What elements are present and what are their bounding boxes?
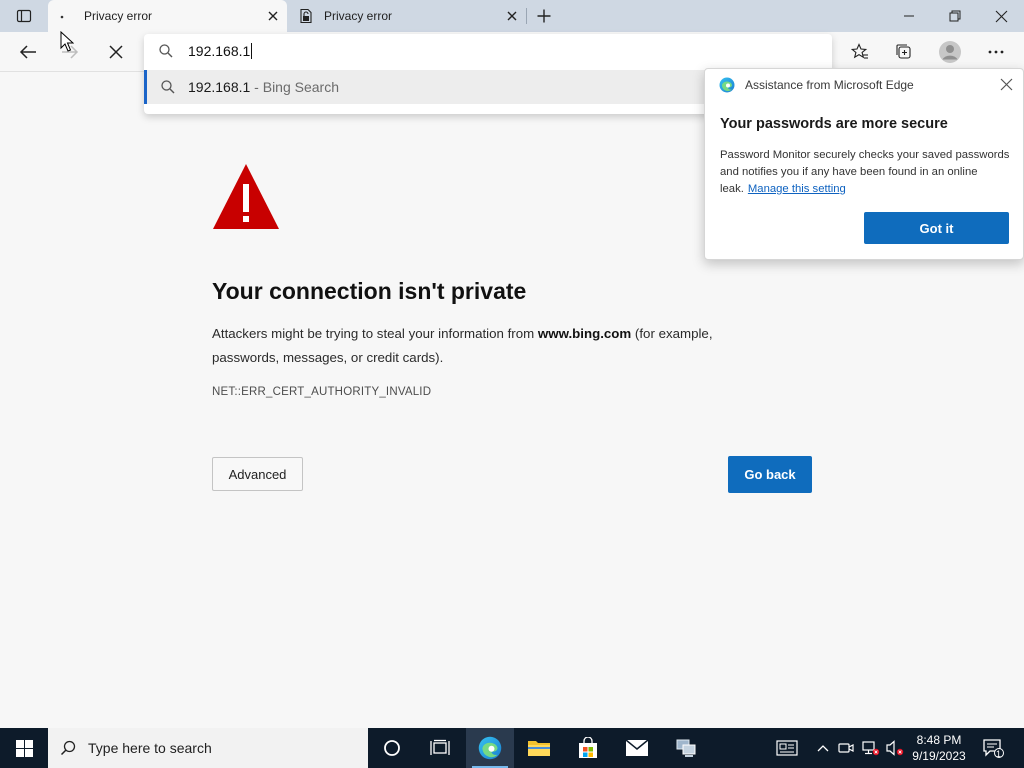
collections-button[interactable]: [888, 36, 920, 68]
windows-taskbar: Type here to search 8:48 PM 9/19/2023 1: [0, 728, 1024, 768]
action-center-button[interactable]: 1: [978, 728, 1008, 768]
close-icon: [268, 11, 278, 21]
volume-button[interactable]: [884, 728, 906, 768]
close-icon: [507, 11, 517, 21]
taskbar-search-box[interactable]: Type here to search: [48, 728, 368, 768]
advanced-button[interactable]: Advanced: [212, 457, 303, 491]
star-list-icon: [851, 43, 868, 59]
collections-icon: [896, 44, 911, 59]
tab-close-button[interactable]: [259, 2, 287, 30]
favorites-button[interactable]: [844, 36, 876, 68]
chevron-up-icon: [817, 745, 829, 752]
page-heading: Your connection isn't private: [212, 278, 527, 304]
close-icon: [1000, 78, 1012, 90]
mail-button[interactable]: [613, 728, 661, 768]
text-caret: [251, 43, 253, 59]
clock-time: 8:48 PM: [916, 733, 962, 747]
network-app-button[interactable]: [662, 728, 710, 768]
loading-dot-icon: [58, 8, 74, 24]
popup-title: Your passwords are more secure: [720, 116, 948, 132]
news-widget-button[interactable]: [772, 728, 802, 768]
stop-loading-button[interactable]: [100, 36, 132, 68]
tab-actions-icon: [16, 9, 32, 23]
popup-body: Password Monitor securely checks your sa…: [720, 147, 1016, 198]
avatar-icon: [939, 41, 961, 63]
edge-logo-icon: [478, 736, 502, 760]
got-it-button[interactable]: Got it: [864, 212, 1009, 244]
show-hidden-icons-button[interactable]: [814, 728, 832, 768]
close-icon: [109, 45, 123, 59]
taskbar-search-placeholder: Type here to search: [88, 740, 212, 756]
popup-close-button[interactable]: [995, 73, 1017, 95]
file-explorer-button[interactable]: [515, 728, 563, 768]
description-text-before: Attackers might be trying to steal your …: [212, 326, 538, 341]
clock-date: 9/19/2023: [912, 749, 966, 763]
tab-strip: Privacy error Privacy error: [0, 0, 1024, 32]
mail-envelope-icon: [625, 739, 649, 756]
tab-divider: [526, 8, 527, 24]
broken-lock-page-icon: [298, 8, 314, 24]
windows-logo-icon: [15, 739, 33, 757]
search-icon: [48, 740, 88, 756]
task-view-button[interactable]: [416, 728, 464, 768]
address-bar[interactable]: 192.168.1: [144, 34, 832, 68]
taskbar-edge-button[interactable]: [466, 728, 514, 768]
task-view-icon: [430, 739, 450, 755]
start-button[interactable]: [0, 728, 48, 768]
site-domain: www.bing.com: [537, 326, 632, 341]
popup-header-text: Assistance from Microsoft Edge: [745, 78, 914, 92]
arrow-left-icon: [19, 45, 36, 59]
notification-count: 1: [996, 749, 1002, 759]
go-back-button[interactable]: Go back: [728, 456, 812, 493]
edge-logo-icon: [719, 77, 735, 93]
search-icon: [144, 44, 188, 58]
taskbar-clock[interactable]: 8:48 PM 9/19/2023: [906, 728, 972, 768]
error-code[interactable]: NET::ERR_CERT_AUTHORITY_INVALID: [212, 386, 431, 398]
address-input[interactable]: 192.168.1: [188, 43, 250, 59]
cortana-button[interactable]: [368, 728, 416, 768]
search-icon: [147, 80, 188, 94]
more-dots-icon: [988, 50, 1004, 54]
password-monitor-popup: Assistance from Microsoft Edge Your pass…: [704, 68, 1024, 260]
network-status-button[interactable]: [860, 728, 882, 768]
meet-now-button[interactable]: [836, 728, 856, 768]
close-window-button[interactable]: [978, 0, 1024, 32]
manage-setting-link[interactable]: Manage this setting: [748, 183, 846, 195]
computer-network-icon: [676, 739, 696, 757]
page-description: Attackers might be trying to steal your …: [212, 322, 772, 370]
suggestion-suffix: - Bing Search: [250, 79, 340, 95]
tab-title: Privacy error: [324, 9, 393, 23]
minimize-button[interactable]: [886, 0, 932, 32]
tab-actions-button[interactable]: [0, 0, 48, 32]
news-icon: [776, 740, 798, 756]
cortana-circle-icon: [384, 740, 400, 756]
minimize-icon: [904, 15, 914, 17]
tab-close-button[interactable]: [498, 2, 526, 30]
profile-button[interactable]: [934, 36, 966, 68]
suggestion-query: 192.168.1: [188, 79, 251, 95]
warning-icon: [211, 162, 281, 232]
new-tab-button[interactable]: [530, 2, 558, 30]
folder-icon: [528, 741, 550, 756]
speaker-muted-icon: [886, 740, 904, 756]
close-icon: [995, 10, 1007, 22]
settings-more-button[interactable]: [980, 36, 1012, 68]
microsoft-store-button[interactable]: [564, 728, 612, 768]
restore-icon: [949, 10, 961, 22]
tab-privacy-error[interactable]: Privacy error: [288, 0, 527, 32]
tab-title: Privacy error: [84, 9, 153, 23]
plus-icon: [537, 9, 551, 23]
tab-privacy-error-active[interactable]: Privacy error: [48, 0, 287, 32]
popup-header: Assistance from Microsoft Edge: [719, 77, 914, 93]
store-bag-icon: [579, 737, 597, 758]
camera-icon: [838, 743, 854, 753]
mouse-cursor-icon: [60, 31, 74, 52]
back-button[interactable]: [12, 36, 44, 68]
network-disconnected-icon: [862, 741, 880, 756]
restore-button[interactable]: [932, 0, 978, 32]
